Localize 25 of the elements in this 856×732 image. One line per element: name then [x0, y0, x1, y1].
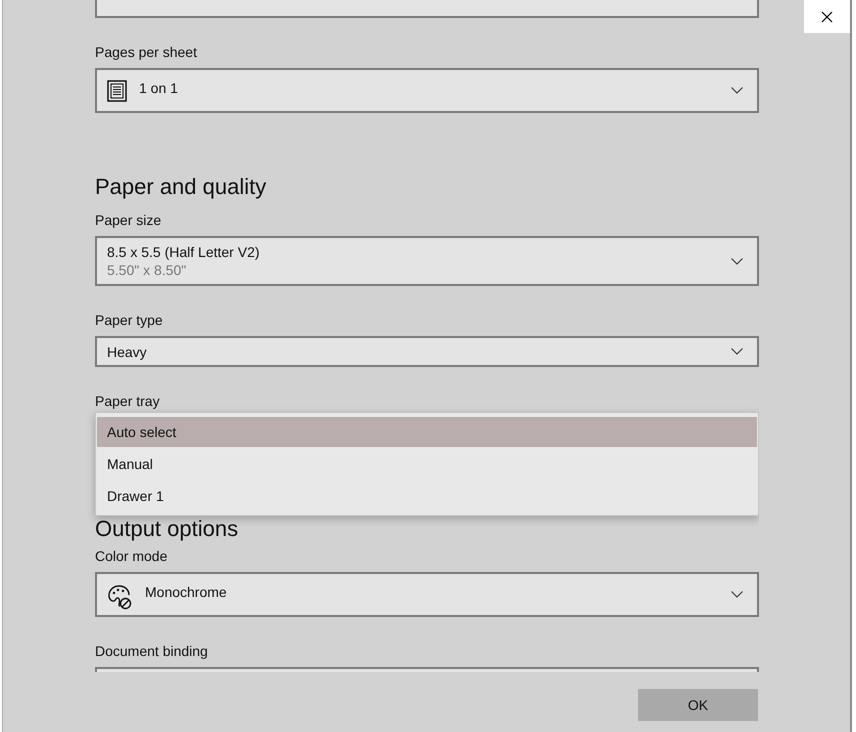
- section-heading: Paper and quality: [95, 173, 268, 201]
- dropdown-option[interactable]: Drawer 1: [97, 481, 757, 511]
- section-heading: Output options: [95, 517, 240, 541]
- paper-type-dropdown[interactable]: Heavy: [95, 336, 759, 367]
- paper-size-dropdown[interactable]: 8.5 x 5.5 (Half Letter V2) 5.50" x 8.50": [95, 236, 759, 286]
- field-label: Paper type: [95, 311, 164, 329]
- field-label: Paper size: [95, 211, 162, 229]
- field-label: Document binding: [95, 642, 209, 660]
- ok-button[interactable]: OK: [638, 689, 758, 721]
- chevron-down-icon: [731, 87, 743, 94]
- field-label: Paper tray: [95, 392, 161, 410]
- dropdown-option[interactable]: Manual: [97, 449, 757, 479]
- chevron-down-icon: [731, 258, 743, 264]
- dropdown-option[interactable]: Auto select: [97, 417, 757, 447]
- pages-per-sheet-dropdown[interactable]: 1 on 1: [95, 68, 759, 113]
- chevron-down-icon: [731, 591, 743, 598]
- field-label: Color mode: [95, 547, 168, 565]
- page-icon: [107, 80, 127, 102]
- paper-size-value: 8.5 x 5.5 (Half Letter V2): [107, 244, 261, 260]
- field-label: Pages per sheet: [95, 43, 198, 61]
- paper-dimensions: 5.50" x 8.50": [107, 262, 188, 278]
- chevron-down-icon: [731, 348, 743, 355]
- close-icon: [821, 10, 833, 22]
- palette-icon: [107, 584, 133, 610]
- color-mode-dropdown[interactable]: Monochrome: [95, 572, 759, 617]
